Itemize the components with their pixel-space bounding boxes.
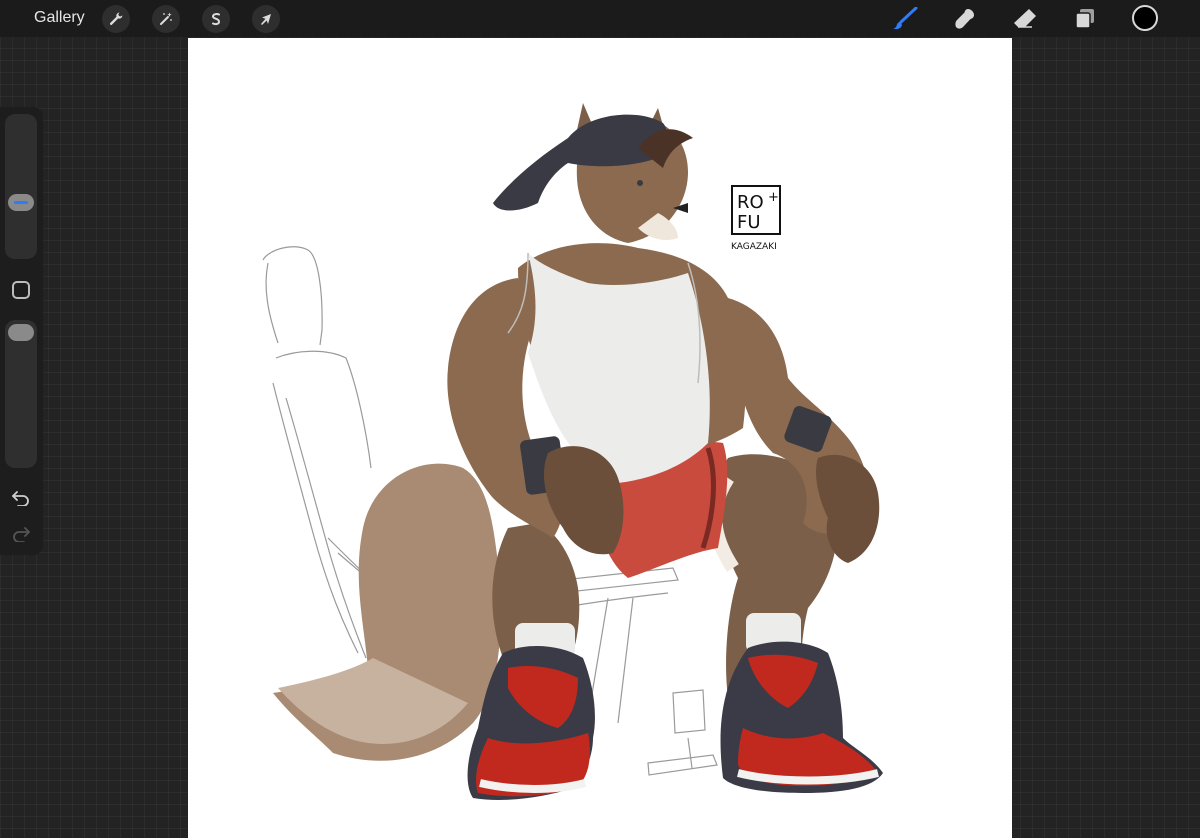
smudge-tool[interactable] <box>950 5 980 33</box>
eraser-icon <box>1014 9 1036 28</box>
artist-signature: RO + FU KAGAZAKI <box>731 185 781 252</box>
modify-button[interactable] <box>12 281 30 299</box>
signature-ro: RO <box>737 192 764 213</box>
signature-name: KAGAZAKI <box>731 242 777 252</box>
smudge-icon <box>955 9 974 29</box>
magic-wand-icon <box>160 12 172 25</box>
left-sidebar <box>0 107 43 555</box>
layers-icon <box>1075 9 1094 29</box>
drawing-canvas[interactable]: RO + FU KAGAZAKI <box>188 38 1012 838</box>
brush-size-slider[interactable] <box>5 114 37 259</box>
actions-button[interactable] <box>102 5 130 33</box>
color-picker-button[interactable] <box>1132 5 1158 31</box>
redo-button[interactable] <box>10 523 32 545</box>
adjustments-button[interactable] <box>152 5 180 33</box>
opacity-slider[interactable] <box>5 320 37 468</box>
selection-s-icon <box>211 13 221 26</box>
undo-icon <box>12 491 29 506</box>
brush-icon <box>893 7 918 30</box>
signature-plus: + <box>768 190 779 205</box>
brush-size-handle[interactable] <box>8 193 34 211</box>
opacity-handle[interactable] <box>8 324 34 341</box>
selection-button[interactable] <box>202 5 230 33</box>
artwork-illustration: RO + FU KAGAZAKI <box>262 103 883 800</box>
transform-button[interactable] <box>252 5 280 33</box>
layers-tool[interactable] <box>1070 5 1100 33</box>
redo-icon <box>13 527 30 542</box>
signature-fu: FU <box>737 212 761 233</box>
wrench-icon <box>109 12 123 25</box>
top-toolbar: Gallery <box>0 0 1200 37</box>
undo-button[interactable] <box>10 487 32 509</box>
arrow-cursor-icon <box>261 14 271 25</box>
right-sneaker <box>720 641 883 793</box>
brush-tool[interactable] <box>890 5 920 33</box>
eraser-tool[interactable] <box>1010 5 1040 33</box>
gallery-button[interactable]: Gallery <box>34 9 85 27</box>
